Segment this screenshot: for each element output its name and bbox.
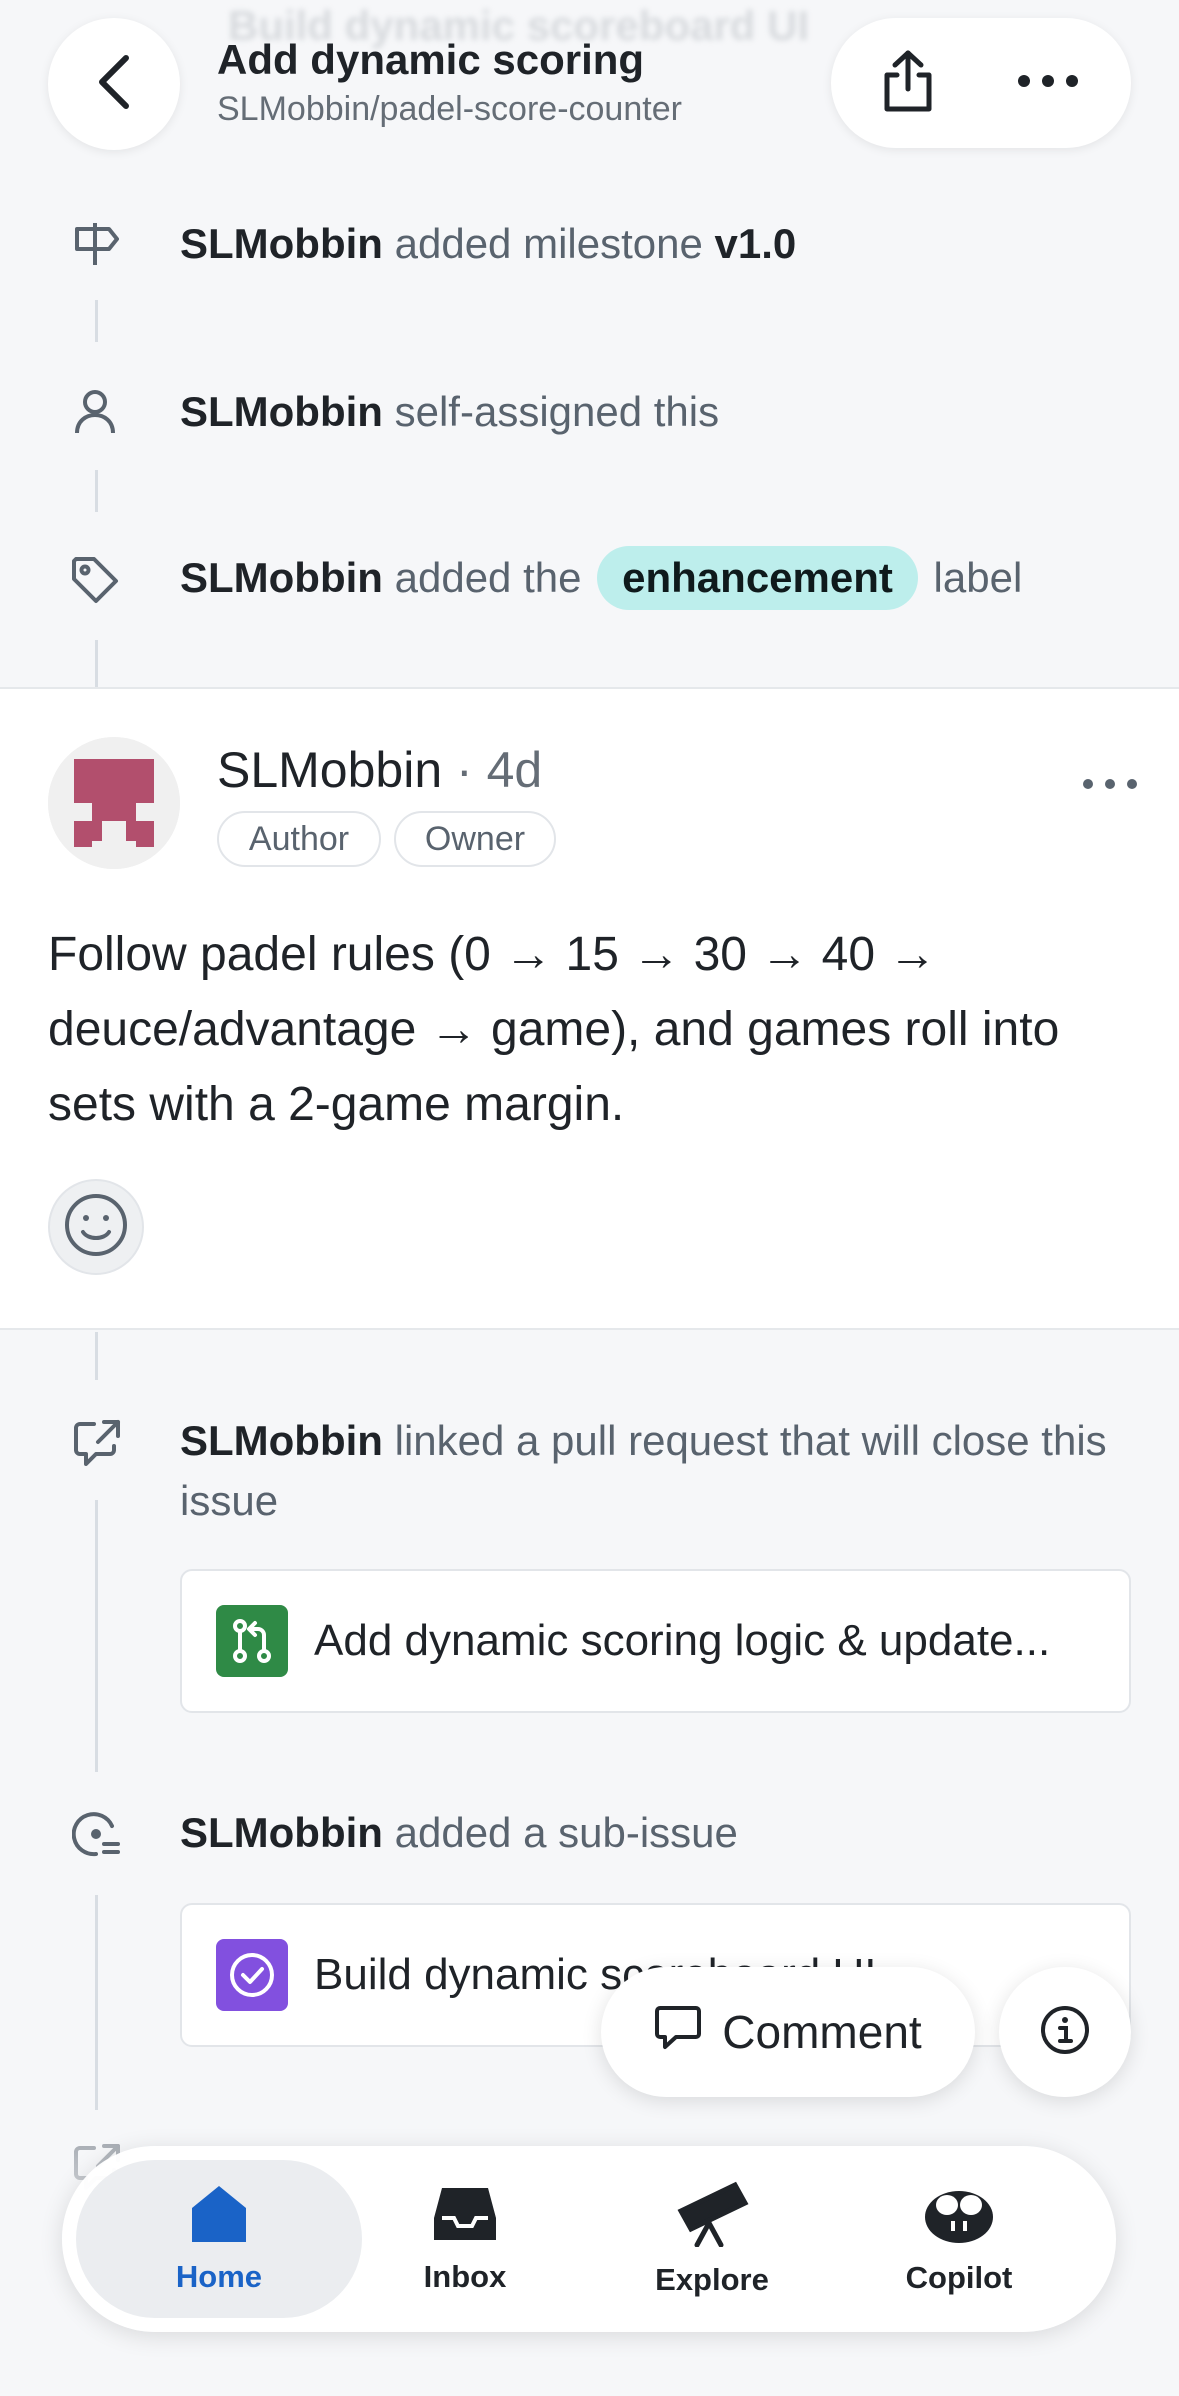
copilot-icon bbox=[921, 2183, 997, 2250]
avatar[interactable] bbox=[48, 737, 180, 869]
issue-comment: SLMobbin · 4d Author Owner Follow padel … bbox=[0, 687, 1179, 1330]
milestone-icon bbox=[68, 216, 122, 270]
home-icon bbox=[188, 2184, 250, 2249]
cross-reference-icon bbox=[70, 1416, 124, 1470]
chevron-left-icon bbox=[92, 52, 136, 117]
author-badge: Author bbox=[217, 811, 381, 867]
tab-explore[interactable]: Explore bbox=[592, 2146, 832, 2332]
page-title: Add dynamic scoring bbox=[217, 36, 645, 83]
timeline-line bbox=[95, 1895, 98, 2110]
tab-home-label: Home bbox=[175, 2258, 263, 2294]
bottom-tab-bar: Home Inbox Explore Copilot bbox=[62, 2146, 1116, 2332]
share-button[interactable] bbox=[871, 46, 945, 120]
timeline-event-assign: SLMobbin self-assigned this bbox=[180, 388, 720, 435]
timeline-line bbox=[95, 640, 98, 687]
timeline-event-milestone: SLMobbin added milestone v1.0 bbox=[180, 220, 797, 267]
tab-explore-label: Explore bbox=[655, 2261, 769, 2297]
smiley-icon bbox=[63, 1192, 129, 1263]
inbox-icon bbox=[432, 2184, 498, 2249]
tab-home[interactable]: Home bbox=[76, 2160, 362, 2318]
back-button[interactable] bbox=[48, 18, 180, 150]
ellipsis-icon bbox=[1016, 73, 1080, 94]
tab-copilot[interactable]: Copilot bbox=[839, 2146, 1079, 2332]
timeline-event-sub-issue: SLMobbin added a sub-issue bbox=[180, 1809, 738, 1856]
comment-more-icon[interactable] bbox=[1080, 769, 1140, 799]
timeline-line bbox=[95, 1500, 98, 1772]
timeline-line bbox=[95, 300, 98, 342]
tag-icon bbox=[68, 553, 122, 607]
telescope-icon bbox=[675, 2181, 749, 2252]
comment-button-label: Comment bbox=[722, 2006, 922, 2058]
timeline-line bbox=[95, 470, 98, 512]
tab-copilot-label: Copilot bbox=[905, 2259, 1013, 2295]
pull-request-icon bbox=[216, 1605, 288, 1677]
sub-issue-icon bbox=[70, 1808, 124, 1862]
timeline-event-linked-pr: SLMobbin linked a pull request that will… bbox=[180, 1417, 1107, 1524]
header-actions bbox=[831, 18, 1131, 148]
owner-badge: Owner bbox=[394, 811, 556, 867]
comment-time: · 4d bbox=[442, 742, 543, 798]
timeline-line bbox=[95, 1332, 98, 1380]
person-icon bbox=[68, 384, 122, 438]
label-enhancement[interactable]: enhancement bbox=[597, 546, 918, 610]
linked-pr-title: Add dynamic scoring logic & update... bbox=[314, 1616, 1051, 1665]
tab-inbox-label: Inbox bbox=[423, 2258, 507, 2294]
info-icon bbox=[1039, 2004, 1091, 2061]
comment-icon bbox=[654, 2004, 702, 2061]
linked-pull-request-card[interactable]: Add dynamic scoring logic & update... bbox=[180, 1569, 1131, 1713]
share-icon bbox=[881, 49, 935, 118]
info-button[interactable] bbox=[999, 1967, 1131, 2097]
comment-button[interactable]: Comment bbox=[601, 1967, 975, 2097]
comment-author: SLMobbin · 4d bbox=[217, 741, 542, 799]
issue-closed-icon bbox=[216, 1939, 288, 2011]
repo-name[interactable]: SLMobbin/padel-score-counter bbox=[217, 90, 682, 129]
more-options-button[interactable] bbox=[1011, 46, 1085, 120]
comment-body: Follow padel rules (0 → 15 → 30 → 40 → d… bbox=[48, 928, 1060, 1131]
add-reaction-button[interactable] bbox=[48, 1179, 144, 1275]
timeline-event-label: SLMobbin added the enhancement label bbox=[180, 546, 1131, 610]
tab-inbox[interactable]: Inbox bbox=[345, 2146, 585, 2332]
comment-author-name[interactable]: SLMobbin bbox=[217, 742, 442, 798]
